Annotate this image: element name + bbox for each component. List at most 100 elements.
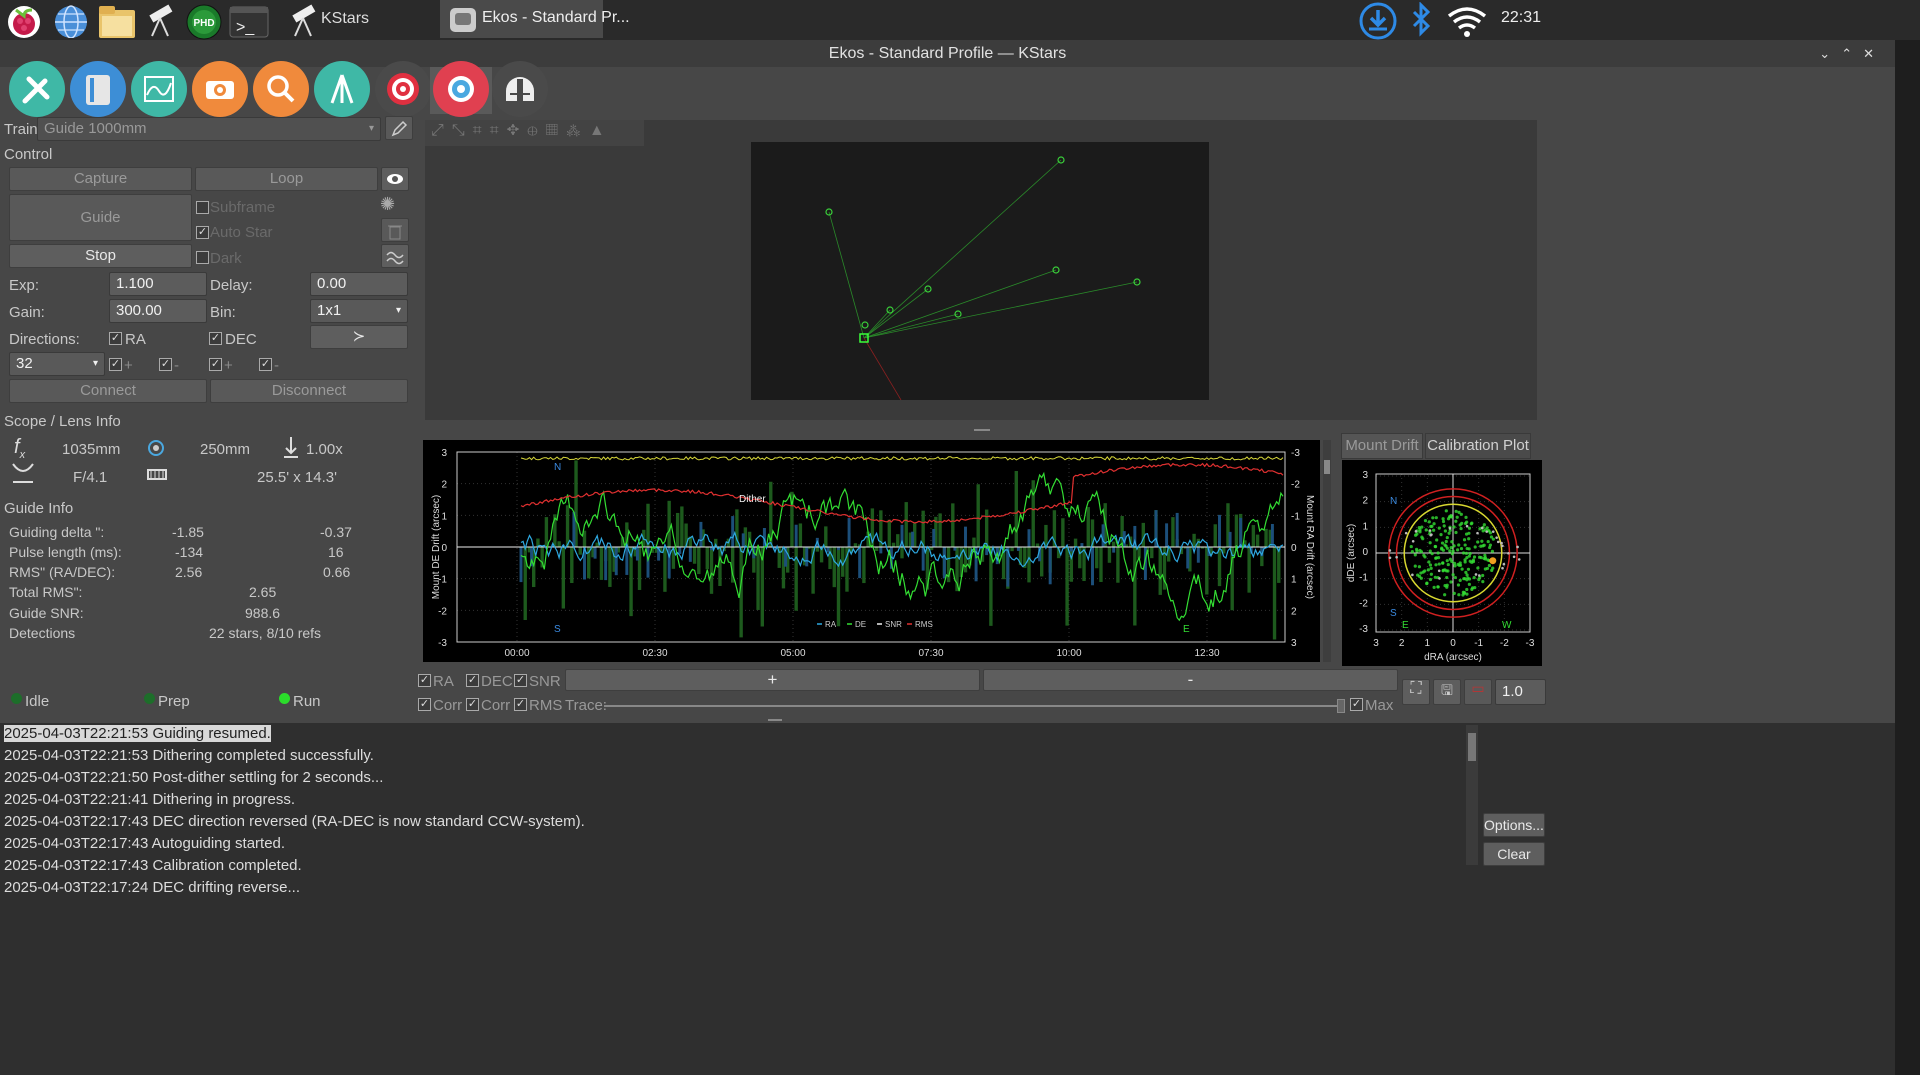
drift-point-old <box>1478 574 1481 577</box>
maximize-icon[interactable]: ⌃ <box>1841 46 1863 61</box>
save-graph-button[interactable]: 🖫 <box>1433 679 1461 705</box>
box-size-select[interactable]: 32 ▾ <box>9 352 105 376</box>
dec-minus-checkbox[interactable]: ✓ <box>259 358 272 371</box>
clear-star-button[interactable] <box>381 218 409 242</box>
ra-graph-checkbox[interactable]: ✓ <box>418 674 431 687</box>
drift-point-old <box>1485 530 1489 533</box>
field-of-view-icon <box>147 469 167 480</box>
trace-slider-handle[interactable] <box>1337 699 1345 713</box>
connect-button[interactable]: Connect <box>9 379 207 403</box>
trace-slider[interactable] <box>604 705 1339 707</box>
drift-point-old <box>1448 527 1452 530</box>
tab-calibration-plot[interactable]: Calibration Plot <box>1425 433 1531 459</box>
delay-spinbox[interactable]: 0.00 <box>310 272 408 296</box>
dark-checkbox[interactable] <box>196 251 209 264</box>
analyze-module-icon[interactable] <box>131 61 187 117</box>
graph-zoom-out-button[interactable]: - <box>983 669 1398 691</box>
tab-mount-drift[interactable]: Mount Drift <box>1341 433 1423 459</box>
clear-graph-button[interactable]: ▭ <box>1464 679 1492 705</box>
guide-fits-view[interactable]: ⤢⤡⌗⌗✥⊕▦⁂▲ <box>425 120 1537 420</box>
y-tick-label-right: 3 <box>1291 638 1297 649</box>
terminal-icon[interactable]: >_ <box>228 2 269 38</box>
wifi-icon[interactable] <box>1445 2 1487 38</box>
dec-plus-checkbox[interactable]: ✓ <box>209 358 222 371</box>
log-scrollbar-handle[interactable] <box>1468 733 1476 761</box>
max-checkbox[interactable]: ✓ <box>1350 698 1363 711</box>
taskbar-item-ekos[interactable]: Ekos - Standard Pr... <box>440 0 630 38</box>
focus-module-icon[interactable] <box>253 61 309 117</box>
minimize-icon[interactable]: ⌄ <box>1819 46 1841 61</box>
log-scrollbar[interactable] <box>1466 725 1478 865</box>
log-line: 2025-04-03T22:21:41 Dithering in progres… <box>4 789 1464 811</box>
bin-select[interactable]: 1x1 ▾ <box>310 299 408 323</box>
gain-spinbox[interactable]: 300.00 <box>109 299 207 323</box>
drift-point <box>1458 523 1462 527</box>
drift-point <box>1467 526 1472 530</box>
stop-button[interactable]: Stop <box>9 244 192 268</box>
observatory-module-icon[interactable] <box>492 61 548 117</box>
phd2-icon[interactable]: PHD <box>183 2 223 40</box>
drift-graph[interactable]: 00:00 02:30 05:00 07:30 10:00 12:30 3 2 1 0 -1 -2 -3… <box>423 440 1320 662</box>
capture-button[interactable]: Capture <box>9 167 192 191</box>
close-icon[interactable]: ✕ <box>1863 46 1885 61</box>
file-manager-icon[interactable] <box>95 2 135 38</box>
dec-corr-checkbox[interactable]: ✓ <box>466 698 479 711</box>
dec-direction-checkbox[interactable]: ✓ <box>209 332 222 345</box>
guide-module-icon[interactable] <box>433 61 489 117</box>
dark-library-button[interactable] <box>381 244 409 268</box>
options-button[interactable]: Options... <box>1483 813 1545 837</box>
guide-control-panel: Train: Guide 1000mm ▾ Control Capture Lo… <box>0 114 418 726</box>
fits-toolbar-icons[interactable]: ⤢⤡⌗⌗✥⊕▦⁂▲ <box>431 122 613 140</box>
live-view-button[interactable] <box>381 167 409 191</box>
y-axis-label: dDE (arcsec) <box>1346 524 1357 582</box>
drift-point <box>1441 517 1445 521</box>
exposure-spinbox[interactable]: 1.100 <box>109 272 207 296</box>
splitter-handle[interactable] <box>768 719 782 721</box>
capture-module-icon[interactable] <box>192 61 248 117</box>
drift-scatter-plot[interactable]: 3 2 1 0 -1 -2 -3 3 2 1 0 -1 -2 -3 dRA (arcsec) dDE (arc… <box>1342 460 1542 666</box>
chevron-down-icon: ▾ <box>368 123 374 134</box>
log-line-text: 2025-04-03T22:21:41 Dithering in progres… <box>4 791 296 808</box>
drift-point <box>1467 547 1471 551</box>
setup-module-icon[interactable] <box>9 61 65 117</box>
auto-star-checkbox[interactable]: ✓ <box>196 226 209 239</box>
pulse-button[interactable]: ≻ <box>310 325 408 349</box>
loop-button[interactable]: Loop <box>195 167 378 191</box>
drift-point <box>1420 535 1424 539</box>
download-icon[interactable] <box>1358 2 1398 40</box>
graph-scale-spinbox[interactable]: 1.0 <box>1495 679 1546 705</box>
guide-button[interactable]: Guide <box>9 194 192 241</box>
drift-point <box>1491 566 1495 570</box>
ra-direction-checkbox[interactable]: ✓ <box>109 332 122 345</box>
rms-checkbox[interactable]: ✓ <box>514 698 527 711</box>
chevron-down-icon: ▾ <box>92 358 98 369</box>
taskbar-item-kstars[interactable]: KStars <box>283 2 433 38</box>
telescope-icon[interactable] <box>140 2 180 38</box>
drift-point <box>1454 519 1458 523</box>
web-browser-icon[interactable] <box>50 2 90 39</box>
subframe-checkbox[interactable] <box>196 201 209 214</box>
bluetooth-icon[interactable] <box>1405 1 1435 38</box>
fit-graph-button[interactable]: ⛶ <box>1402 679 1430 705</box>
ra-minus-checkbox[interactable]: ✓ <box>159 358 172 371</box>
ra-plus-checkbox[interactable]: ✓ <box>109 358 122 371</box>
align-module-icon[interactable] <box>375 61 431 117</box>
drift-point <box>1453 575 1457 580</box>
dec-graph-checkbox[interactable]: ✓ <box>466 674 479 687</box>
drift-point <box>1464 551 1469 555</box>
drift-point-old <box>1411 539 1415 543</box>
mount-module-icon[interactable] <box>314 61 370 117</box>
train-select[interactable]: Guide 1000mm ▾ <box>37 117 381 141</box>
graph-zoom-in-button[interactable]: + <box>565 669 980 691</box>
scheduler-module-icon[interactable] <box>70 61 126 117</box>
graph-scrollbar-handle[interactable] <box>1324 460 1330 474</box>
splitter-handle[interactable] <box>974 429 990 431</box>
graph-scrollbar[interactable] <box>1323 440 1331 662</box>
raspberry-menu-icon[interactable] <box>2 2 42 38</box>
disconnect-button[interactable]: Disconnect <box>210 379 408 403</box>
ra-corr-checkbox[interactable]: ✓ <box>418 698 431 711</box>
clear-log-button[interactable]: Clear <box>1483 842 1545 866</box>
log-text[interactable]: 2025-04-03T22:21:53 Guiding resumed. 2025… <box>4 723 1464 896</box>
edit-train-button[interactable] <box>385 116 413 140</box>
snr-graph-checkbox[interactable]: ✓ <box>514 674 527 687</box>
